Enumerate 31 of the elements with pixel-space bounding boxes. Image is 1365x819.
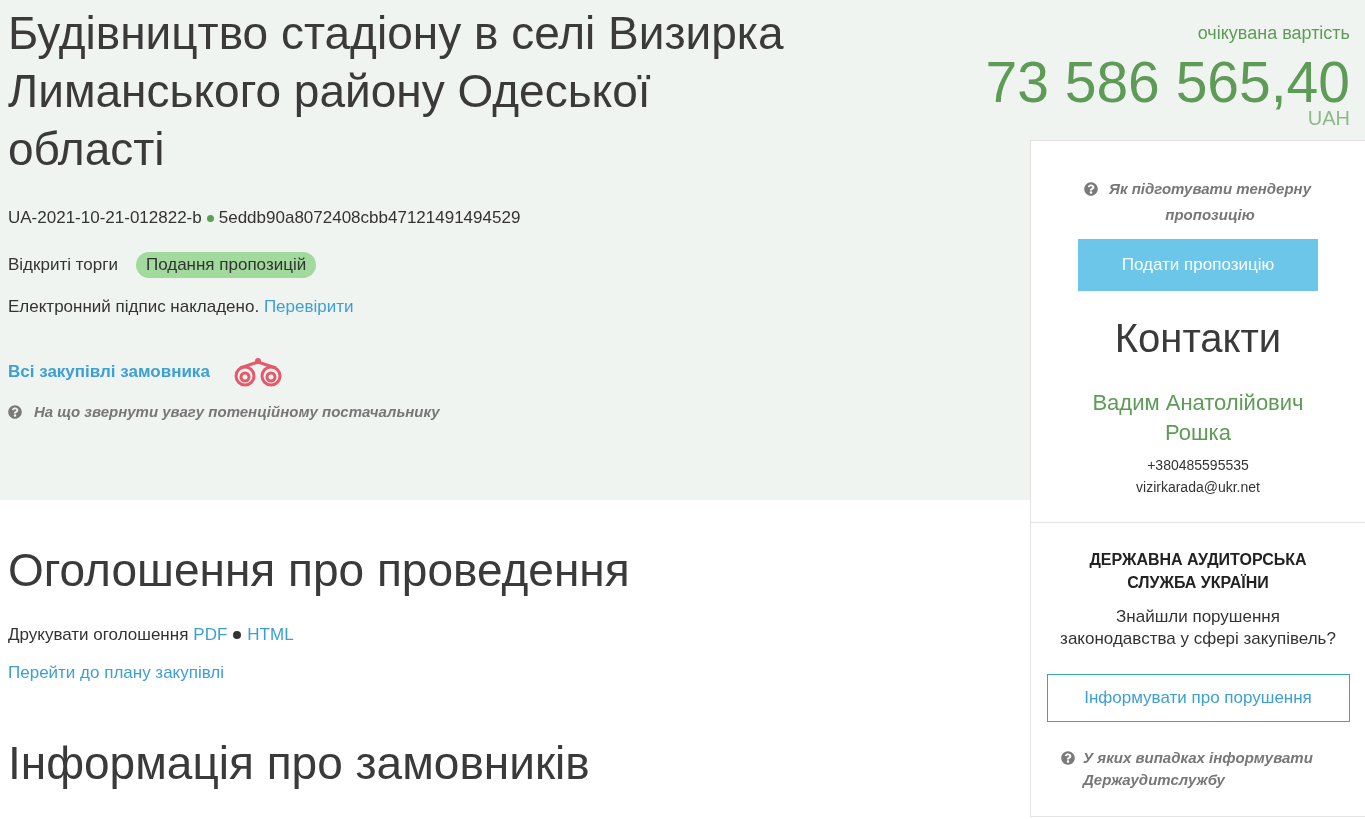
supplier-help-link[interactable]: На що звернути увагу потенційному постачальнику: [34, 401, 440, 423]
print-label: Друкувати оголошення: [8, 624, 189, 646]
procurement-plan-link[interactable]: Перейти до плану закупівлі: [8, 663, 225, 682]
buyer-procurements-link[interactable]: Всі закупівлі замовника: [8, 360, 210, 384]
status-badge: Подання пропозицій: [135, 252, 317, 278]
audit-help-link[interactable]: У яких випадках інформувати Держаудитслужбу: [1083, 747, 1333, 791]
help-icon: [8, 405, 22, 419]
contacts-heading: Контакти: [1114, 315, 1282, 362]
report-violation-button[interactable]: Інформувати про порушення: [1046, 674, 1350, 722]
submit-proposal-button[interactable]: Подати пропозицію: [1078, 239, 1318, 291]
help-icon: [1061, 751, 1075, 765]
tender-hash: 5eddb90a8072408cbb47121491494529: [218, 207, 521, 229]
verify-link[interactable]: Перевірити: [263, 297, 354, 316]
tender-title: Будівництво стадіону в селі Визирка Лиманського району Одеської області: [8, 6, 785, 177]
contact-phone: +380485595535: [1147, 456, 1249, 475]
procedure-type: Відкриті торги: [8, 254, 118, 276]
proposal-help-link[interactable]: Як підготувати тендерну пропозицію: [1107, 176, 1313, 228]
currency-label: UAH: [1307, 108, 1350, 128]
print-format-link[interactable]: PDF: [193, 623, 228, 647]
section-heading: Інформація про замовників: [8, 736, 591, 791]
tender-id: UA-2021-10-21-012822-b: [8, 207, 202, 229]
contact-name: Вадим Анатолійович Рошка: [1091, 389, 1305, 447]
print-format-link[interactable]: HTML: [247, 623, 294, 647]
section-heading: Оголошення про проведення: [8, 543, 631, 598]
audit-service-heading: ДЕРЖАВНА АУДИТОРСЬКА СЛУЖБА УКРАЇНИ: [1088, 550, 1308, 593]
price-label: очікувана вартість: [1197, 22, 1350, 45]
help-icon: [1083, 182, 1098, 196]
signature-note: Електронний підпис накладено.: [8, 297, 260, 316]
violation-question: Знайшли порушення законодавства у сфері закупівель?: [1059, 606, 1337, 650]
contact-email: vizirkarada@ukr.net: [1136, 478, 1260, 497]
price-amount: 73 586 565,40: [985, 53, 1350, 111]
